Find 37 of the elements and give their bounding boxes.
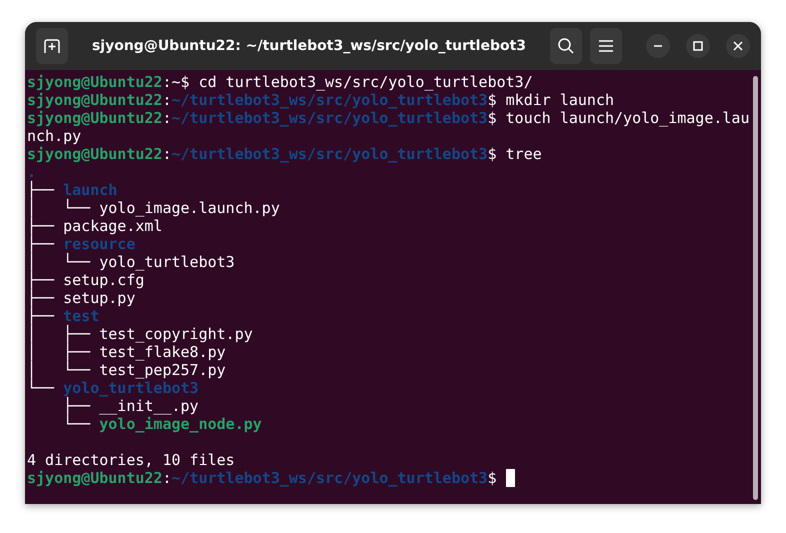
terminal-line: │ ├── test_flake8.py xyxy=(27,343,226,361)
terminal-line: └── yolo_turtlebot3 xyxy=(27,379,199,397)
terminal-line: └── yolo_image_node.py xyxy=(62,415,262,433)
terminal-line: ├── resource xyxy=(27,235,136,253)
window-title: sjyong@Ubuntu22: ~/turtlebot3_ws/src/yolo_turtlebot3 xyxy=(90,36,528,56)
terminal-line: ├── __init__.py xyxy=(62,397,199,415)
maximize-button[interactable] xyxy=(686,34,710,58)
maximize-icon xyxy=(693,41,703,51)
search-icon xyxy=(558,38,574,54)
terminal-line: sjyong@Ubuntu22:~/turtlebot3_ws/src/yolo_turtlebot3$ mkdir launch xyxy=(27,91,614,109)
search-button[interactable] xyxy=(550,28,582,64)
menu-button[interactable] xyxy=(590,28,622,64)
terminal-line: . xyxy=(27,163,36,181)
terminal-line: │ ├── test_copyright.py xyxy=(27,325,253,343)
terminal-line: │ └── yolo_image.launch.py xyxy=(27,199,280,217)
text-cursor xyxy=(506,469,515,487)
terminal-line: sjyong@Ubuntu22:~$ cd turtlebot3_ws/src/yolo_turtlebot3/ xyxy=(27,73,533,91)
minimize-button[interactable] xyxy=(646,34,670,58)
close-button[interactable] xyxy=(726,34,750,58)
new-tab-icon xyxy=(44,39,60,53)
terminal-line: sjyong@Ubuntu22:~/turtlebot3_ws/src/yolo_turtlebot3$ touch launch/yolo_image.lau xyxy=(27,109,750,127)
close-icon xyxy=(733,41,743,51)
terminal-line: 4 directories, 10 files xyxy=(27,451,235,469)
minimize-icon xyxy=(653,45,663,47)
terminal-line: ├── launch xyxy=(27,181,118,199)
terminal-line: │ └── yolo_turtlebot3 xyxy=(27,253,235,271)
menu-icon xyxy=(599,40,613,52)
terminal-line: ├── setup.py xyxy=(27,289,136,307)
terminal-line: │ └── test_pep257.py xyxy=(27,361,226,379)
terminal-line: ├── package.xml xyxy=(27,217,162,235)
terminal-line: sjyong@Ubuntu22:~/turtlebot3_ws/src/yolo_turtlebot3$ tree xyxy=(27,145,542,163)
terminal-line: ├── test xyxy=(27,307,100,325)
new-tab-button[interactable] xyxy=(36,28,68,64)
terminal-line: nch.py xyxy=(27,127,82,145)
terminal-line: sjyong@Ubuntu22:~/turtlebot3_ws/src/yolo_turtlebot3$ xyxy=(27,469,498,487)
scrollbar[interactable] xyxy=(753,76,758,500)
terminal-line: ├── setup.cfg xyxy=(27,271,144,289)
